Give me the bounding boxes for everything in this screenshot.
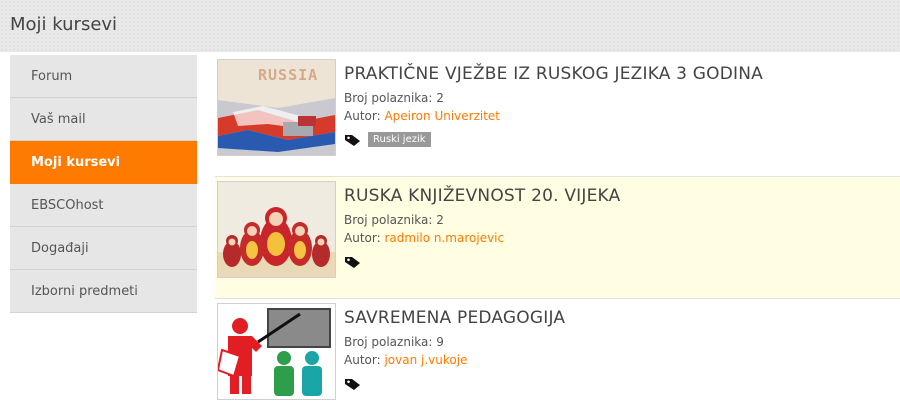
course-title[interactable]: RUSKA KNJIŽEVNOST 20. VIJEKA [344,186,620,206]
sidebar-item-forum[interactable]: Forum [10,55,197,98]
sidebar-nav: Forum Vaš mail Moji kursevi EBSCOhost Do… [10,55,197,313]
author-label: Autor: [344,231,381,245]
course-thumbnail-russia[interactable]: RUSSIA [217,59,336,156]
course-thumbnail-pedagogy[interactable] [217,303,336,400]
participants-count: 9 [436,335,444,349]
author-link[interactable]: radmilo n.marojevic [384,231,504,245]
participants-label: Broj polaznika: [344,213,433,227]
author-line: Autor: radmilo n.marojevic [344,231,620,245]
sidebar-item-events[interactable]: Događaji [10,227,197,270]
author-label: Autor: [344,353,381,367]
course-tags: Ruski jezik [344,131,763,147]
participants-line: Broj polaznika: 2 [344,91,763,105]
author-line: Autor: Apeiron Univerzitet [344,109,763,123]
participants-line: Broj polaznika: 9 [344,335,565,349]
participants-label: Broj polaznika: [344,91,433,105]
participants-count: 2 [436,213,444,227]
course-item: SAVREMENA PEDAGOGIJA Broj polaznika: 9 A… [215,299,900,420]
tag-badge[interactable]: Ruski jezik [368,131,431,147]
course-item: RUSSIA PRAKTIČNE VJEŽBE IZ RUSKOG JEZIKA… [215,55,900,177]
tag-icon [344,132,362,146]
course-thumbnail-matryoshka[interactable] [217,181,336,278]
thumbnail-logo-text: RUSSIA [258,66,319,84]
author-label: Autor: [344,109,381,123]
sidebar-item-my-courses[interactable]: Moji kursevi [10,141,197,184]
course-tags [344,375,565,391]
tag-icon [344,376,362,390]
participants-line: Broj polaznika: 2 [344,213,620,227]
tag-icon [344,254,362,268]
course-item: RUSKA KNJIŽEVNOST 20. VIJEKA Broj polazn… [215,177,900,299]
sidebar-item-electives[interactable]: Izborni predmeti [10,270,197,313]
sidebar-item-mail[interactable]: Vaš mail [10,98,197,141]
course-list: RUSSIA PRAKTIČNE VJEŽBE IZ RUSKOG JEZIKA… [215,55,900,420]
course-tags [344,253,620,269]
participants-label: Broj polaznika: [344,335,433,349]
author-link[interactable]: jovan j.vukoje [384,353,467,367]
participants-count: 2 [436,91,444,105]
sidebar-item-ebscohost[interactable]: EBSCOhost [10,184,197,227]
author-link[interactable]: Apeiron Univerzitet [384,109,500,123]
author-line: Autor: jovan j.vukoje [344,353,565,367]
page-title: Moji kursevi [10,14,118,35]
course-title[interactable]: PRAKTIČNE VJEŽBE IZ RUSKOG JEZIKA 3 GODI… [344,64,763,84]
page-header: Moji kursevi [0,0,900,52]
course-title[interactable]: SAVREMENA PEDAGOGIJA [344,308,565,328]
